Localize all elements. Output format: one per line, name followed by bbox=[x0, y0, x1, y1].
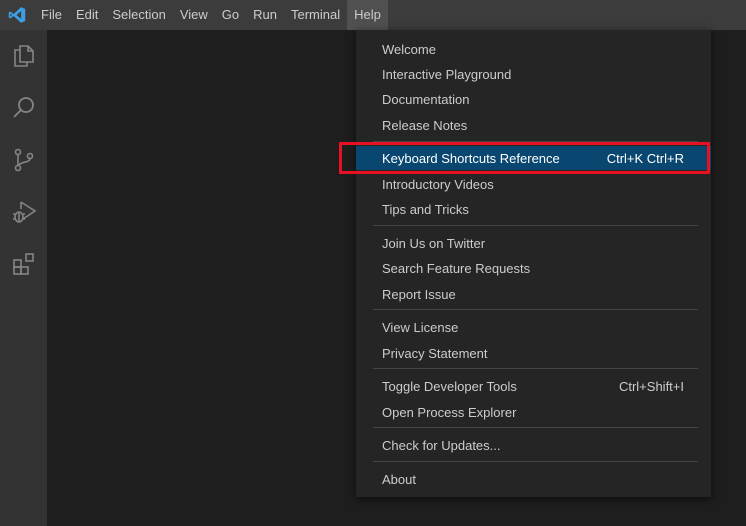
run-debug-icon[interactable] bbox=[0, 186, 47, 238]
menu-item-label: Documentation bbox=[382, 91, 470, 107]
menu-help[interactable]: Help bbox=[347, 0, 388, 30]
menu-item-label: Introductory Videos bbox=[382, 176, 494, 192]
vscode-logo-icon[interactable] bbox=[0, 0, 34, 30]
menu-item-label: Privacy Statement bbox=[382, 345, 488, 361]
menu-go[interactable]: Go bbox=[215, 0, 246, 30]
extensions-icon[interactable] bbox=[0, 238, 47, 290]
menu-view[interactable]: View bbox=[173, 0, 215, 30]
menu-item-privacy-statement[interactable]: Privacy Statement bbox=[356, 341, 711, 365]
menu-separator bbox=[373, 141, 698, 142]
menu-item-report-issue[interactable]: Report Issue bbox=[356, 282, 711, 306]
help-menu-dropdown: Welcome Interactive Playground Documenta… bbox=[356, 30, 711, 497]
menu-item-label: Tips and Tricks bbox=[382, 201, 469, 217]
menu-item-view-license[interactable]: View License bbox=[356, 315, 711, 339]
menu-item-welcome[interactable]: Welcome bbox=[356, 37, 711, 61]
search-icon[interactable] bbox=[0, 82, 47, 134]
menu-item-label: About bbox=[382, 471, 416, 487]
menu-separator bbox=[373, 368, 698, 369]
menu-separator bbox=[373, 427, 698, 428]
menu-item-search-feature-requests[interactable]: Search Feature Requests bbox=[356, 256, 711, 280]
menu-item-tips-and-tricks[interactable]: Tips and Tricks bbox=[356, 197, 711, 221]
menu-item-label: Join Us on Twitter bbox=[382, 235, 486, 251]
menu-item-join-us-on-twitter[interactable]: Join Us on Twitter bbox=[356, 231, 711, 255]
files-icon[interactable] bbox=[0, 30, 47, 82]
menu-item-label: Keyboard Shortcuts Reference bbox=[382, 150, 560, 166]
menu-item-toggle-developer-tools[interactable]: Toggle Developer Tools Ctrl+Shift+I bbox=[356, 374, 711, 398]
menu-item-label: Interactive Playground bbox=[382, 66, 512, 82]
menu-item-introductory-videos[interactable]: Introductory Videos bbox=[356, 172, 711, 196]
menu-item-label: Check for Updates... bbox=[382, 437, 501, 453]
menu-selection[interactable]: Selection bbox=[105, 0, 172, 30]
menu-bar: File Edit Selection View Go Run Terminal… bbox=[34, 0, 388, 30]
menu-item-shortcut: Ctrl+K Ctrl+R bbox=[606, 150, 684, 166]
menu-item-label: Search Feature Requests bbox=[382, 260, 531, 276]
menu-separator bbox=[373, 461, 698, 462]
menu-item-open-process-explorer[interactable]: Open Process Explorer bbox=[356, 400, 711, 424]
menu-item-label: Report Issue bbox=[382, 286, 456, 302]
menu-item-label: Welcome bbox=[382, 41, 436, 57]
menu-terminal[interactable]: Terminal bbox=[284, 0, 347, 30]
menu-separator bbox=[373, 309, 698, 310]
menu-item-label: View License bbox=[382, 319, 459, 335]
activity-bar bbox=[0, 30, 47, 526]
menu-item-check-for-updates[interactable]: Check for Updates... bbox=[356, 433, 711, 457]
menu-item-shortcut: Ctrl+Shift+I bbox=[618, 378, 684, 394]
menu-item-keyboard-shortcuts-reference[interactable]: Keyboard Shortcuts Reference Ctrl+K Ctrl… bbox=[356, 146, 711, 170]
menu-separator bbox=[373, 225, 698, 226]
menu-item-documentation[interactable]: Documentation bbox=[356, 87, 711, 111]
menu-item-label: Release Notes bbox=[382, 117, 468, 133]
source-control-icon[interactable] bbox=[0, 134, 47, 186]
menu-item-release-notes[interactable]: Release Notes bbox=[356, 113, 711, 137]
menu-item-label: Open Process Explorer bbox=[382, 404, 517, 420]
menu-item-label: Toggle Developer Tools bbox=[382, 378, 517, 394]
menu-item-interactive-playground[interactable]: Interactive Playground bbox=[356, 62, 711, 86]
menu-run[interactable]: Run bbox=[246, 0, 284, 30]
menu-item-about[interactable]: About bbox=[356, 467, 711, 491]
title-bar: File Edit Selection View Go Run Terminal… bbox=[0, 0, 746, 30]
menu-edit[interactable]: Edit bbox=[69, 0, 105, 30]
menu-file[interactable]: File bbox=[34, 0, 69, 30]
